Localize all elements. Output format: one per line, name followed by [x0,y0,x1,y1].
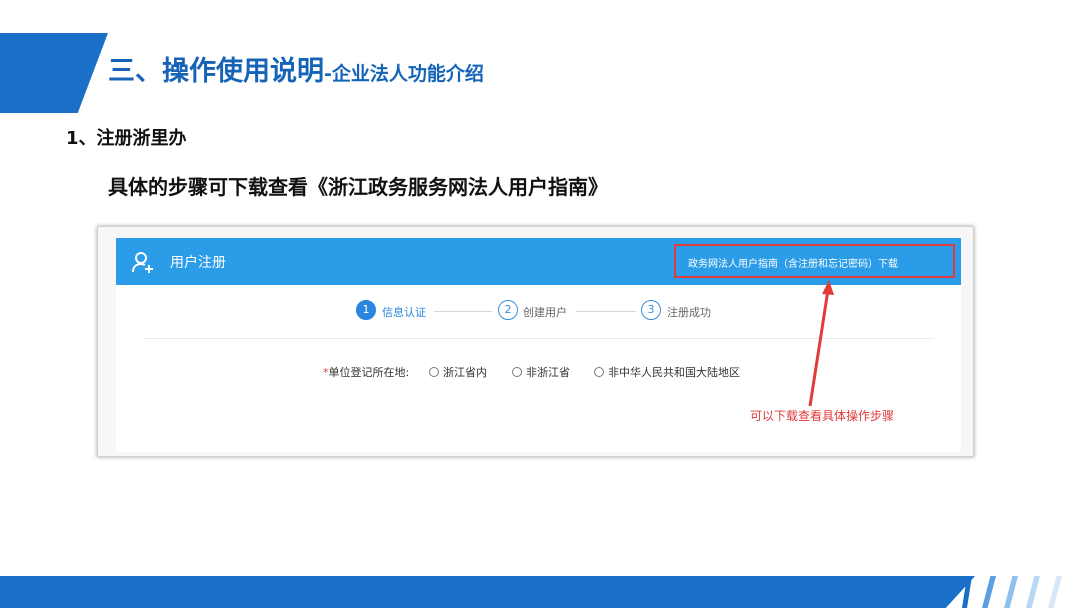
slide-subtitle: -企业法人功能介绍 [324,63,484,85]
slide-title: 三、操作使用说明-企业法人功能介绍 [108,49,484,88]
step-connector [576,311,636,312]
radio-overseas[interactable] [594,367,604,377]
registration-screenshot: 用户注册 政务网法人用户指南（含注册和忘记密码）下载 1 信息认证 2 创建用户… [97,226,974,457]
user-add-icon [132,252,153,273]
step-1-label: 信息认证 [382,306,426,319]
radio-overseas-label[interactable]: 非中华人民共和国大陆地区 [608,364,740,380]
footer-stripe [1026,576,1040,608]
section-description: 具体的步骤可下载查看《浙江政务服务网法人用户指南》 [108,175,608,199]
step-connector [434,311,492,312]
radio-non-zhejiang[interactable] [512,367,522,377]
registration-panel: 用户注册 政务网法人用户指南（含注册和忘记密码）下载 1 信息认证 2 创建用户… [116,238,961,452]
slide-title-main: 三、操作使用说明 [108,56,324,87]
radio-non-zhejiang-label[interactable]: 非浙江省 [526,364,570,380]
step-3-circle: 3 [641,300,661,320]
title-bar: 三、操作使用说明-企业法人功能介绍 [0,33,640,113]
annotation-text: 可以下载查看具体操作步骤 [750,409,895,423]
arrow-icon [808,280,834,407]
title-accent [0,33,108,113]
radio-zhejiang-label[interactable]: 浙江省内 [443,364,487,380]
location-label: *单位登记所在地: [323,364,409,380]
step-3-label: 注册成功 [667,306,711,319]
section-heading: 1、注册浙里办 [66,128,187,149]
guide-highlight-box: 政务网法人用户指南（含注册和忘记密码）下载 [674,244,955,278]
radio-zhejiang[interactable] [429,367,439,377]
step-1-circle: 1 [356,300,376,320]
registration-title: 用户注册 [170,255,226,271]
footer-stripe [982,576,996,608]
footer-stripe [1048,576,1062,608]
guide-download-link[interactable]: 政务网法人用户指南（含注册和忘记密码）下载 [688,255,898,270]
footer-bar [0,576,1080,608]
footer-band [0,576,975,608]
step-2-circle: 2 [498,300,518,320]
footer-stripe [1004,576,1018,608]
step-2-label: 创建用户 [523,306,567,319]
location-label-text: 单位登记所在地: [328,366,410,379]
